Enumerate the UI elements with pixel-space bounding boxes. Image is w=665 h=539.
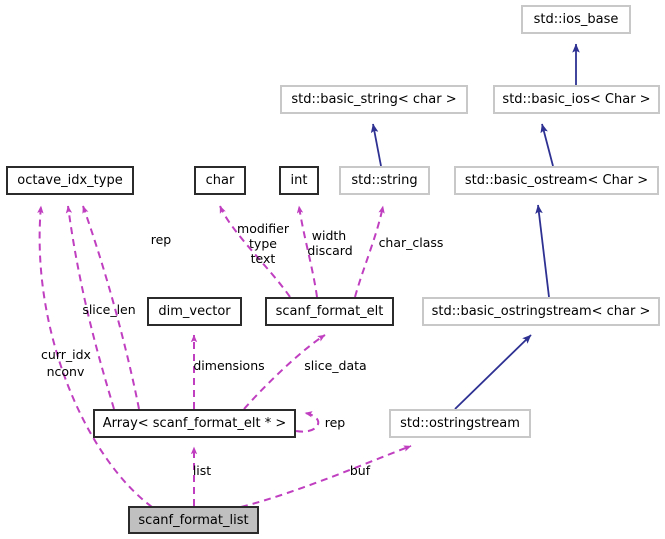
node-label: std::basic_ostringstream< char >: [431, 304, 651, 319]
edge-list-buf-ostringstream: [240, 445, 412, 508]
edge-label-curr-idx: curr_idx: [41, 347, 91, 362]
collaboration-diagram: std::ios_base std::basic_string< char > …: [0, 0, 665, 539]
node-label: Array< scanf_format_elt * >: [102, 416, 287, 431]
node-array-scanf-format-elt-ptr[interactable]: Array< scanf_format_elt * >: [93, 409, 296, 438]
edge-std-string-to-basic-string: [370, 123, 382, 167]
node-scanf-format-elt[interactable]: scanf_format_elt: [265, 297, 394, 326]
edge-ostringstream-to-basic-ostringstream: [454, 334, 532, 410]
edge-array-rep-self: [295, 411, 320, 433]
node-label: std::ostringstream: [400, 416, 520, 431]
edge-label-type: type: [249, 236, 277, 251]
node-int[interactable]: int: [279, 166, 319, 195]
node-label: octave_idx_type: [17, 173, 123, 188]
node-label: int: [290, 173, 308, 188]
edge-layer: [37, 43, 580, 508]
edge-label-nconv: nconv: [46, 364, 85, 379]
edge-label-buf: buf: [349, 463, 371, 478]
edge-basic-ostream-to-basic-ios: [540, 123, 554, 167]
edge-label-slice-data: slice_data: [304, 358, 367, 373]
node-scanf-format-list[interactable]: scanf_format_list: [128, 506, 259, 534]
node-std-basic-ostream[interactable]: std::basic_ostream< Char >: [454, 166, 659, 195]
node-label: std::basic_ios< Char >: [502, 92, 651, 107]
node-label: char: [205, 173, 235, 188]
node-std-basic-ostringstream[interactable]: std::basic_ostringstream< char >: [422, 297, 660, 326]
edge-label-slice-len: slice_len: [82, 302, 136, 317]
edge-label-dimensions: dimensions: [193, 358, 265, 373]
edge-elt-char-class-std-string: [354, 205, 385, 298]
node-label: std::string: [351, 173, 418, 188]
node-std-string[interactable]: std::string: [339, 166, 430, 195]
edge-label-discard: discard: [307, 243, 353, 258]
edge-label-list: list: [192, 463, 212, 478]
edge-label-rep-top: rep: [150, 232, 172, 247]
node-dim-vector[interactable]: dim_vector: [147, 297, 242, 326]
node-std-ios-base[interactable]: std::ios_base: [521, 5, 631, 34]
node-label: scanf_format_list: [138, 512, 249, 528]
node-std-basic-ios[interactable]: std::basic_ios< Char >: [493, 85, 660, 114]
edge-label-char-class: char_class: [378, 235, 444, 250]
node-label: std::ios_base: [533, 12, 619, 27]
node-octave-idx-type[interactable]: octave_idx_type: [6, 166, 134, 195]
edge-label-width: width: [311, 228, 347, 243]
node-label: scanf_format_elt: [275, 304, 384, 319]
node-char[interactable]: char: [194, 166, 246, 195]
edge-label-text: text: [250, 251, 276, 266]
edge-label-modifier: modifier: [237, 221, 289, 236]
node-label: std::basic_ostream< Char >: [464, 173, 649, 188]
node-std-basic-string[interactable]: std::basic_string< char >: [280, 85, 468, 114]
node-label: std::basic_string< char >: [291, 92, 457, 107]
edge-label-rep-array-self: rep: [324, 415, 346, 430]
edge-basic-ostringstream-to-basic-ostream: [535, 204, 550, 298]
node-label: dim_vector: [158, 304, 231, 319]
node-std-ostringstream[interactable]: std::ostringstream: [389, 409, 531, 438]
